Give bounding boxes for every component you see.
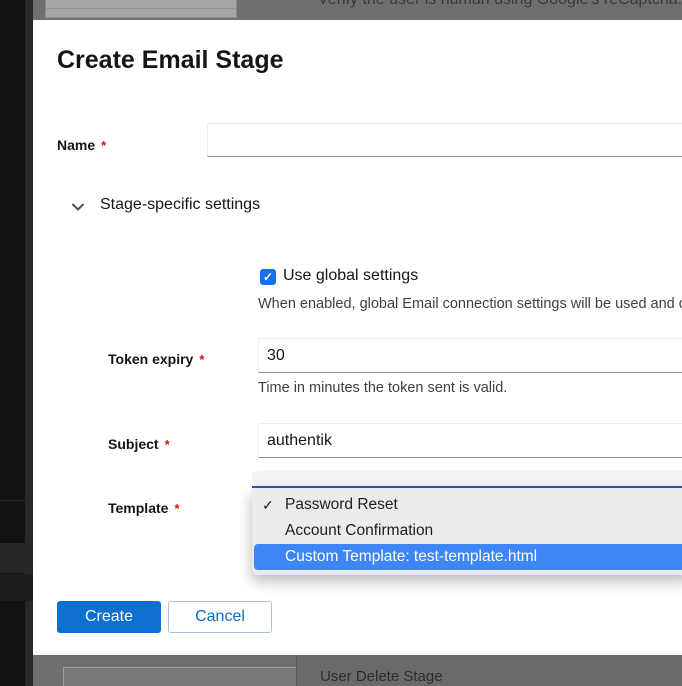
token-expiry-help: Time in minutes the token sent is valid. <box>258 380 507 396</box>
template-select[interactable] <box>252 470 682 486</box>
use-global-settings-label[interactable]: Use global settings <box>283 267 418 285</box>
create-email-stage-modal: Create Email Stage Name * Stage-specific … <box>33 20 682 655</box>
token-expiry-label-text: Token expiry <box>108 351 193 367</box>
dropdown-option-account-confirmation[interactable]: Account Confirmation <box>252 518 682 544</box>
backdrop-table-fragment-top <box>45 0 237 18</box>
subject-input[interactable] <box>258 423 682 458</box>
screen: Verify the user is human using Google's … <box>0 0 682 686</box>
sidebar-item-fragment <box>0 543 33 573</box>
name-label: Name * <box>57 137 106 153</box>
backdrop-table-row-fragment <box>63 667 296 686</box>
required-asterisk: * <box>101 138 106 153</box>
backdrop-user-delete-stage-text: User Delete Stage <box>320 668 443 685</box>
token-expiry-label: Token expiry * <box>108 351 204 367</box>
name-input[interactable] <box>207 123 682 157</box>
create-button[interactable]: Create <box>57 601 161 633</box>
required-asterisk: * <box>165 437 170 452</box>
backdrop-recaptcha-text: Verify the user is human using Google's … <box>318 0 682 9</box>
template-label: Template * <box>108 500 180 516</box>
use-global-settings-help: When enabled, global Email connection se… <box>258 296 682 312</box>
sidebar-item-fragment-dim <box>0 574 33 601</box>
name-label-text: Name <box>57 137 95 153</box>
cancel-button[interactable]: Cancel <box>168 601 272 633</box>
sidebar-divider <box>0 500 25 501</box>
selected-check-icon: ✓ <box>262 492 274 518</box>
modal-title: Create Email Stage <box>57 46 284 75</box>
template-label-text: Template <box>108 500 168 516</box>
stage-specific-settings-header[interactable]: Stage-specific settings <box>100 196 260 214</box>
dropdown-option-label: Custom Template: test-template.html <box>285 548 537 565</box>
dropdown-option-password-reset[interactable]: ✓ Password Reset <box>252 492 682 518</box>
dropdown-option-label: Account Confirmation <box>285 522 433 539</box>
backdrop-column-divider <box>296 655 297 686</box>
checkbox-check-icon: ✓ <box>263 270 273 284</box>
backdrop-table-line <box>46 8 236 9</box>
subject-label-text: Subject <box>108 436 159 452</box>
token-expiry-input[interactable] <box>258 338 682 373</box>
template-dropdown-menu: ✓ Password Reset Account Confirmation Cu… <box>252 488 682 575</box>
required-asterisk: * <box>199 352 204 367</box>
required-asterisk: * <box>174 501 179 516</box>
subject-label: Subject * <box>108 436 170 452</box>
dropdown-option-label: Password Reset <box>285 496 398 513</box>
dropdown-option-custom-template[interactable]: Custom Template: test-template.html <box>254 544 682 570</box>
chevron-down-icon[interactable] <box>71 201 85 213</box>
use-global-settings-checkbox[interactable]: ✓ <box>260 269 276 285</box>
